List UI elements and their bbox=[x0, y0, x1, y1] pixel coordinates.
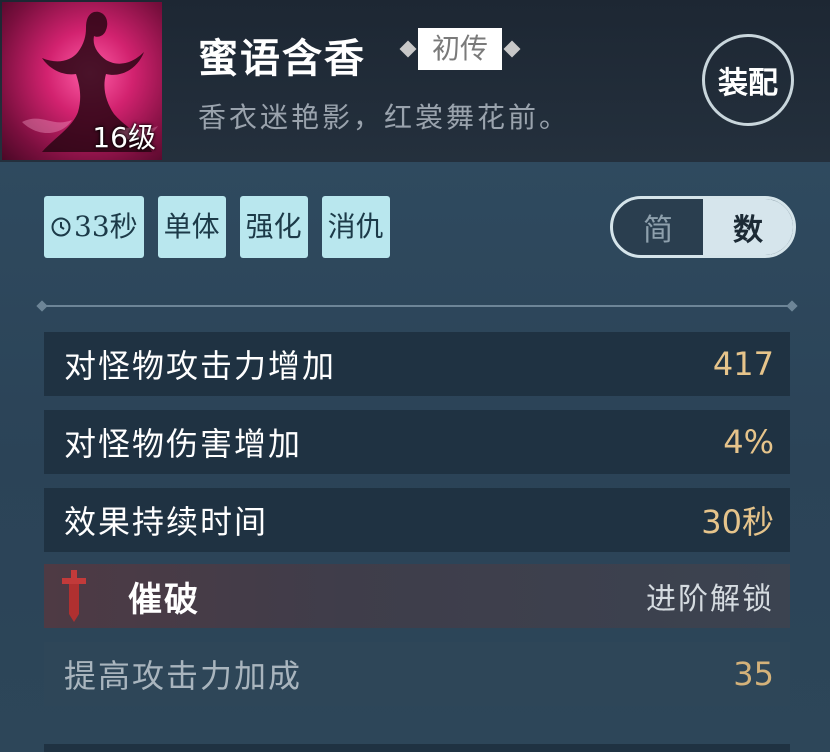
toggle-simple[interactable]: 简 bbox=[613, 199, 703, 255]
next-row-edge bbox=[44, 744, 790, 752]
stat-label: 对怪物攻击力增加 bbox=[64, 347, 337, 385]
skill-description: 香衣迷艳影，红裳舞花前。 bbox=[198, 101, 571, 134]
unlock-status: 进阶解锁 bbox=[646, 582, 774, 617]
rank-label: 初传 bbox=[418, 28, 503, 70]
skill-header: 16级 蜜语含香 初传 香衣迷艳影，红裳舞花前。 装配 bbox=[0, 0, 830, 162]
stat-value: 4% bbox=[723, 423, 774, 461]
divider bbox=[36, 300, 798, 312]
skill-icon[interactable]: 16级 bbox=[2, 2, 162, 160]
stat-label: 效果持续时间 bbox=[64, 503, 269, 541]
threat-tag: 消仇 bbox=[321, 196, 390, 258]
stat-row: 对怪物攻击力增加 417 bbox=[44, 332, 790, 396]
rank-badge: 初传 bbox=[399, 28, 521, 70]
stat-row: 对怪物伤害增加 4% bbox=[44, 410, 790, 474]
equip-button[interactable]: 装配 bbox=[702, 34, 794, 126]
breakthrough-stat-row: 提高攻击力加成 35 bbox=[44, 642, 790, 706]
stat-row: 效果持续时间 30秒 bbox=[44, 488, 790, 552]
stat-value: 35 bbox=[733, 655, 774, 693]
cooldown-label: 33秒 bbox=[74, 210, 138, 243]
diamond-icon bbox=[503, 40, 521, 58]
skill-name: 蜜语含香 bbox=[198, 35, 366, 82]
toggle-numeric[interactable]: 数 bbox=[703, 199, 793, 255]
stat-label: 对怪物伤害增加 bbox=[64, 425, 303, 463]
display-mode-toggle[interactable]: 简 数 bbox=[610, 196, 796, 258]
target-tag: 单体 bbox=[157, 196, 226, 258]
skill-tags: 33秒 单体 强化 消仇 bbox=[44, 196, 390, 258]
breakthrough-header: 催破 进阶解锁 bbox=[44, 564, 790, 628]
clock-icon bbox=[51, 217, 71, 237]
sword-icon bbox=[62, 570, 86, 622]
stat-value: 30秒 bbox=[701, 503, 774, 541]
cooldown-tag: 33秒 bbox=[44, 196, 144, 258]
diamond-icon bbox=[399, 40, 417, 58]
stat-label: 提高攻击力加成 bbox=[64, 657, 303, 695]
breakthrough-label: 催破 bbox=[128, 579, 200, 620]
stat-value: 417 bbox=[712, 345, 774, 383]
skill-level: 16级 bbox=[92, 121, 156, 154]
buff-tag: 强化 bbox=[239, 196, 308, 258]
